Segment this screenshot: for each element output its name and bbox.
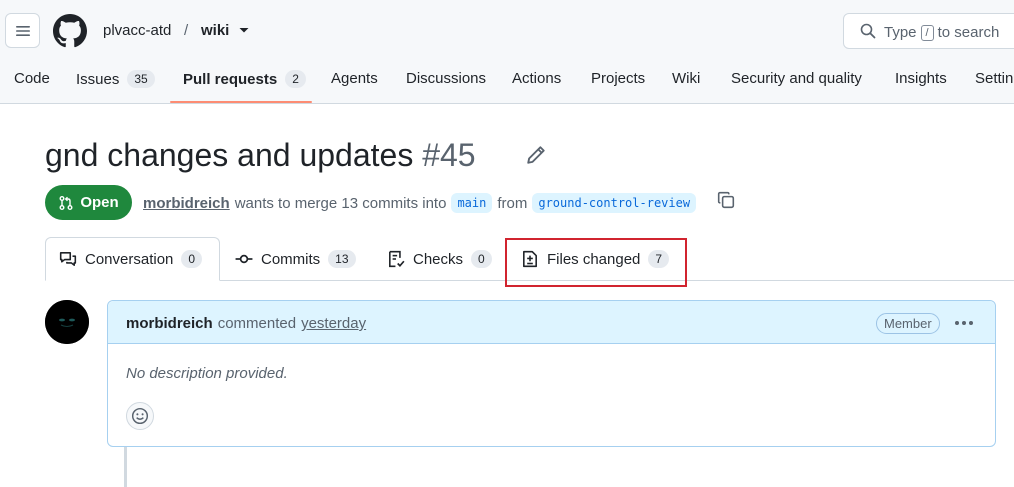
search-input[interactable]: Type / to search <box>843 13 1014 49</box>
checklist-icon <box>389 250 405 268</box>
add-reaction-button[interactable] <box>126 402 154 430</box>
nav-pull-requests[interactable]: Pull requests 2 <box>183 70 306 88</box>
nav-settings-label: Settin <box>975 70 1014 87</box>
nav-actions[interactable]: Actions <box>512 70 561 87</box>
hamburger-icon <box>15 25 30 36</box>
search-placeholder: Type / to search <box>884 24 999 41</box>
tab-commits[interactable]: Commits 13 <box>235 237 356 281</box>
pr-merge-summary: morbidreich wants to merge 13 commits in… <box>143 193 697 213</box>
breadcrumb-separator: / <box>184 22 189 39</box>
smiley-icon <box>131 407 149 425</box>
nav-actions-label: Actions <box>512 70 562 87</box>
nav-pull-requests-label: Pull requests <box>183 70 278 88</box>
pr-state-label: Open <box>80 194 119 211</box>
nav-issues-label: Issues <box>76 70 120 88</box>
nav-pull-requests-counter: 2 <box>285 70 306 88</box>
caret-down-icon[interactable] <box>238 22 250 38</box>
search-placeholder-prefix: Type <box>884 24 917 41</box>
search-shortcut-key: / <box>920 24 934 41</box>
nav-settings[interactable]: Settin <box>975 70 1013 87</box>
pr-number: #45 <box>422 137 476 173</box>
comment-author-link[interactable]: morbidreich <box>126 315 213 332</box>
nav-active-underline <box>170 101 312 103</box>
tab-commits-label: Commits <box>261 250 321 268</box>
head-branch-label[interactable]: ground-control-review <box>532 193 697 213</box>
repo-header: plvacc-atd / wiki Type / to search Code … <box>0 0 1014 104</box>
nav-discussions-label: Discussions <box>406 70 487 87</box>
breadcrumb-owner-link[interactable]: plvacc-atd <box>103 22 171 39</box>
nav-security-label: Security and quality <box>731 70 862 87</box>
pr-merge-text: wants to merge 13 commits into <box>234 194 447 212</box>
pr-title: gnd changes and updates #45 <box>45 137 476 174</box>
tab-conversation-label: Conversation <box>85 250 174 268</box>
git-commit-icon <box>235 254 253 264</box>
comment-action: commented <box>217 315 297 332</box>
nav-wiki[interactable]: Wiki <box>672 70 700 87</box>
github-logo-icon[interactable] <box>53 14 87 48</box>
author-role-badge: Member <box>876 313 940 334</box>
comment-discussion-icon <box>59 252 77 266</box>
comment-timestamp-link[interactable]: yesterday <box>301 315 366 332</box>
nav-code[interactable]: Code <box>14 70 50 87</box>
nav-insights-label: Insights <box>895 70 947 87</box>
nav-agents-label: Agents <box>331 70 378 87</box>
nav-projects-label: Projects <box>591 70 646 87</box>
comment-header: morbidreich commented yesterday Member <box>108 301 995 344</box>
nav-issues-counter: 35 <box>127 70 155 88</box>
tab-checks-label: Checks <box>413 250 464 268</box>
base-branch-label[interactable]: main <box>451 193 493 213</box>
nav-insights[interactable]: Insights <box>895 70 947 87</box>
tab-checks[interactable]: Checks 0 <box>387 237 492 281</box>
tab-commits-counter: 13 <box>328 250 356 268</box>
tab-conversation[interactable]: Conversation 0 <box>45 237 220 281</box>
comment-body: No description provided. <box>126 365 288 382</box>
pr-from-text: from <box>497 194 528 212</box>
kebab-horizontal-icon[interactable] <box>953 314 975 332</box>
search-placeholder-suffix: to search <box>937 24 1000 41</box>
nav-discussions[interactable]: Discussions <box>406 70 486 87</box>
pr-author-link[interactable]: morbidreich <box>143 195 230 212</box>
tab-checks-counter: 0 <box>471 250 492 268</box>
files-changed-highlight-box <box>505 238 687 287</box>
avatar-image <box>45 300 89 344</box>
tab-conversation-counter: 0 <box>181 250 203 268</box>
nav-code-label: Code <box>14 70 50 87</box>
nav-projects[interactable]: Projects <box>591 70 645 87</box>
pr-state-badge: Open <box>45 185 132 220</box>
breadcrumb-repo-link[interactable]: wiki <box>201 22 229 39</box>
git-pull-request-icon <box>59 195 73 210</box>
pencil-icon[interactable] <box>526 145 546 165</box>
pr-title-text: gnd changes and updates <box>45 137 414 173</box>
nav-wiki-label: Wiki <box>672 70 701 87</box>
copy-icon[interactable] <box>717 191 735 209</box>
search-icon <box>860 23 876 39</box>
nav-issues[interactable]: Issues 35 <box>76 70 155 88</box>
avatar[interactable] <box>45 300 89 344</box>
timeline-line <box>124 447 127 487</box>
nav-security-and-quality[interactable]: Security and quality <box>731 70 862 87</box>
nav-agents[interactable]: Agents <box>331 70 378 87</box>
comment-card: morbidreich commented yesterday Member N… <box>107 300 996 447</box>
hamburger-menu-button[interactable] <box>5 13 40 48</box>
comment-meta: morbidreich commented yesterday <box>126 315 366 332</box>
